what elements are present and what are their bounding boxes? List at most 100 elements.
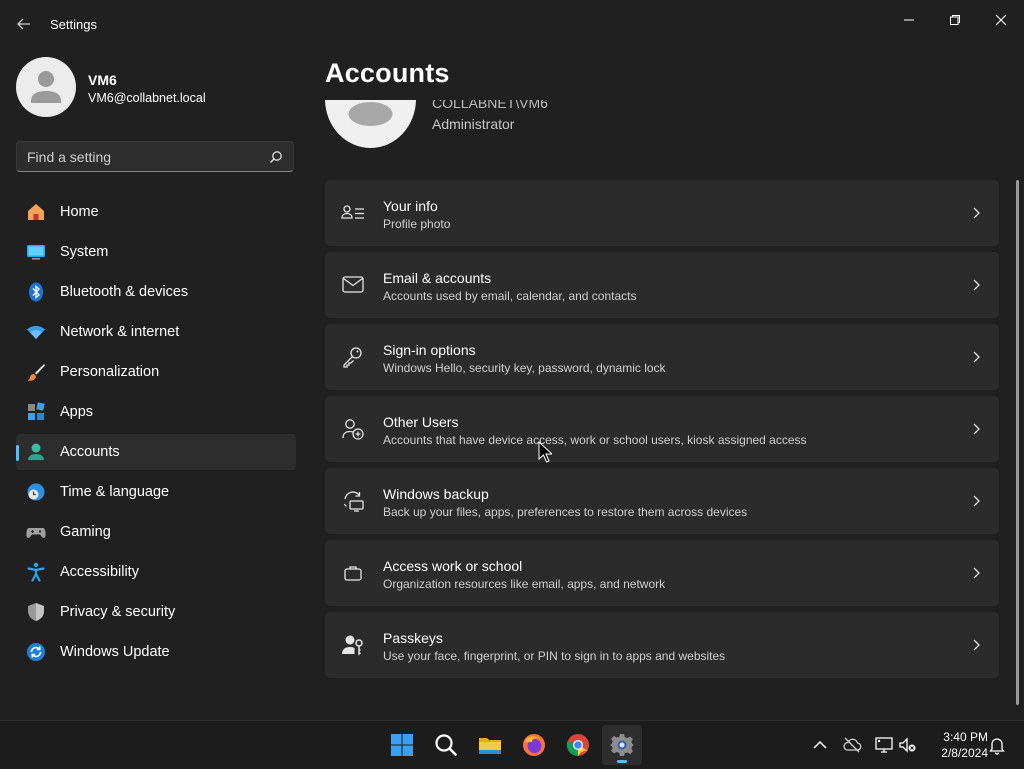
wifi-icon bbox=[27, 325, 45, 339]
passkey-icon bbox=[342, 635, 363, 656]
taskbar-clock[interactable]: 3:40 PM 2/8/2024 bbox=[924, 729, 988, 761]
network-icon[interactable] bbox=[874, 735, 894, 755]
card-email-accounts[interactable]: Email & accounts Accounts used by email,… bbox=[325, 252, 999, 318]
close-button[interactable] bbox=[978, 4, 1024, 36]
sidebar-item-network[interactable]: Network & internet bbox=[16, 314, 296, 350]
profile-name: VM6 bbox=[88, 72, 117, 88]
person-card-icon bbox=[341, 205, 364, 219]
accessibility-icon bbox=[27, 562, 45, 582]
mouse-cursor-icon bbox=[538, 441, 552, 463]
backup-icon bbox=[341, 490, 364, 512]
chevron-right-icon bbox=[973, 639, 980, 651]
card-title: Passkeys bbox=[383, 630, 443, 646]
chevron-right-icon bbox=[973, 279, 980, 291]
sidebar-item-label: Windows Update bbox=[60, 644, 170, 660]
sidebar-item-label: Time & language bbox=[60, 484, 170, 500]
brush-icon bbox=[27, 364, 45, 381]
gamepad-icon bbox=[26, 528, 46, 538]
taskbar-search-button[interactable] bbox=[426, 725, 466, 765]
person-add-icon bbox=[342, 419, 364, 440]
sidebar-item-privacy-security[interactable]: Privacy & security bbox=[16, 594, 296, 630]
file-explorer-icon bbox=[479, 738, 501, 754]
card-description: Windows Hello, security key, password, d… bbox=[383, 361, 666, 375]
sidebar-item-label: Gaming bbox=[60, 524, 111, 540]
sidebar-item-label: Accessibility bbox=[60, 564, 139, 580]
card-title: Windows backup bbox=[383, 486, 489, 502]
shield-icon bbox=[28, 603, 44, 621]
start-button[interactable] bbox=[382, 725, 422, 765]
sidebar-item-label: System bbox=[60, 244, 109, 260]
search-input[interactable] bbox=[27, 149, 257, 165]
search-box[interactable] bbox=[16, 141, 294, 172]
account-domain-name: COLLABNET\VM6 bbox=[432, 100, 548, 111]
account-avatar bbox=[325, 100, 416, 148]
title-bar: Settings bbox=[0, 0, 1024, 48]
chevron-up-icon[interactable] bbox=[810, 735, 830, 755]
chevron-right-icon bbox=[973, 567, 980, 579]
app-title: Settings bbox=[50, 17, 97, 32]
sidebar-item-accessibility[interactable]: Accessibility bbox=[16, 554, 296, 590]
clock-date: 2/8/2024 bbox=[941, 746, 988, 760]
chevron-right-icon bbox=[973, 495, 980, 507]
card-access-work-school[interactable]: Access work or school Organization resou… bbox=[325, 540, 999, 606]
restore-button[interactable] bbox=[932, 4, 978, 36]
back-button[interactable] bbox=[12, 12, 36, 36]
sidebar-item-system[interactable]: System bbox=[16, 234, 296, 270]
home-icon bbox=[28, 204, 44, 220]
sidebar-item-bluetooth[interactable]: Bluetooth & devices bbox=[16, 274, 296, 310]
card-description: Accounts that have device access, work o… bbox=[383, 433, 807, 447]
search-icon[interactable] bbox=[269, 150, 283, 164]
card-title: Other Users bbox=[383, 414, 459, 430]
card-title: Email & accounts bbox=[383, 270, 492, 286]
card-your-info[interactable]: Your info Profile photo bbox=[325, 180, 999, 246]
sidebar-item-personalization[interactable]: Personalization bbox=[16, 354, 296, 390]
active-app-indicator bbox=[617, 760, 627, 763]
bluetooth-icon bbox=[29, 282, 43, 302]
sidebar-item-label: Apps bbox=[60, 404, 94, 420]
close-icon bbox=[995, 14, 1007, 26]
sidebar-item-label: Network & internet bbox=[60, 324, 180, 340]
chrome-icon bbox=[566, 734, 589, 756]
taskbar-settings[interactable] bbox=[602, 725, 642, 765]
restore-icon bbox=[950, 15, 960, 25]
sidebar-item-home[interactable]: Home bbox=[16, 194, 296, 230]
sidebar-item-windows-update[interactable]: Windows Update bbox=[16, 634, 296, 670]
sidebar-item-label: Personalization bbox=[60, 364, 160, 380]
key-icon bbox=[343, 347, 362, 368]
apps-icon bbox=[28, 402, 45, 420]
notification-bell-icon[interactable] bbox=[987, 735, 1007, 755]
card-other-users[interactable]: Other Users Accounts that have device ac… bbox=[325, 396, 999, 462]
card-title: Your info bbox=[383, 198, 438, 214]
card-sign-in-options[interactable]: Sign-in options Windows Hello, security … bbox=[325, 324, 999, 390]
avatar bbox=[16, 57, 76, 117]
onedrive-offline-icon[interactable] bbox=[842, 735, 862, 755]
default-user-icon bbox=[31, 71, 61, 103]
minimize-icon bbox=[904, 19, 914, 21]
page-title: Accounts bbox=[325, 58, 450, 88]
start-icon bbox=[391, 734, 413, 756]
card-description: Profile photo bbox=[383, 217, 451, 231]
sidebar-item-time-language[interactable]: Time & language bbox=[16, 474, 296, 510]
taskbar-firefox[interactable] bbox=[514, 725, 554, 765]
card-windows-backup[interactable]: Windows backup Back up your files, apps,… bbox=[325, 468, 999, 534]
card-description: Organization resources like email, apps,… bbox=[383, 577, 666, 591]
taskbar-chrome[interactable] bbox=[558, 725, 598, 765]
card-passkeys[interactable]: Passkeys Use your face, fingerprint, or … bbox=[325, 612, 999, 678]
chevron-right-icon bbox=[973, 207, 980, 219]
minimize-button[interactable] bbox=[886, 4, 932, 36]
update-icon bbox=[27, 643, 45, 661]
clock-time: 3:40 PM bbox=[943, 730, 988, 744]
sidebar-item-apps[interactable]: Apps bbox=[16, 394, 296, 430]
chevron-right-icon bbox=[973, 351, 980, 363]
mail-icon bbox=[342, 276, 364, 293]
card-title: Access work or school bbox=[383, 558, 523, 574]
card-description: Use your face, fingerprint, or PIN to si… bbox=[383, 649, 726, 663]
sidebar-item-accounts[interactable]: Accounts bbox=[16, 434, 296, 470]
volume-muted-icon[interactable] bbox=[898, 735, 918, 755]
sidebar-item-gaming[interactable]: Gaming bbox=[16, 514, 296, 550]
taskbar-file-explorer[interactable] bbox=[470, 725, 510, 765]
search-icon bbox=[435, 734, 457, 756]
chevron-right-icon bbox=[973, 423, 980, 435]
scrollbar[interactable] bbox=[1016, 180, 1019, 705]
card-title: Sign-in options bbox=[383, 342, 476, 358]
